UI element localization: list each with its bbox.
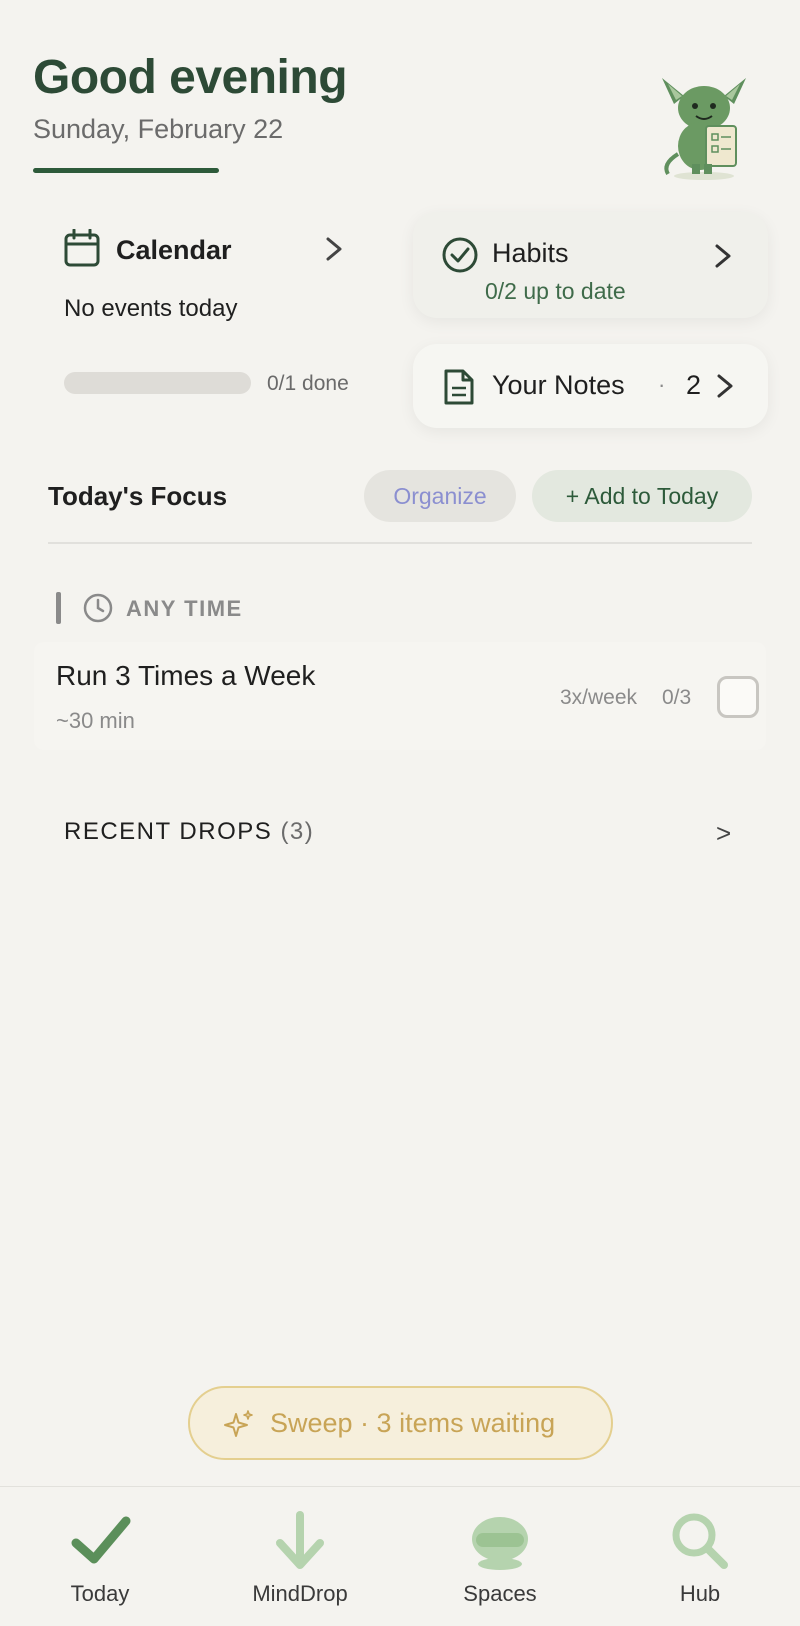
greeting-title: Good evening	[33, 51, 348, 104]
calendar-empty-text: No events today	[64, 295, 238, 322]
clock-icon	[83, 593, 113, 623]
nav-label-hub: Hub	[679, 1581, 721, 1606]
task-row[interactable]: Run 3 Times a Week ~30 min 3x/week 0/3	[34, 642, 766, 750]
mascot-illustration	[662, 78, 746, 180]
focus-title: Today's Focus	[48, 481, 228, 511]
calendar-icon	[64, 229, 100, 267]
notes-title: Your Notes	[492, 370, 625, 400]
section-marker	[56, 592, 61, 624]
task-duration: ~30 min	[56, 708, 135, 733]
sweep-label: Sweep · 3 items waiting	[270, 1408, 556, 1438]
date-label: Sunday, February 22	[33, 114, 284, 144]
task-checkbox[interactable]	[717, 676, 759, 718]
nav-item-minddrop[interactable]: MindDrop	[200, 1487, 400, 1626]
task-title: Run 3 Times a Week	[56, 660, 316, 691]
nav-label-today: Today	[70, 1581, 130, 1606]
notes-separator: ·	[658, 372, 666, 397]
calendar-card[interactable]: Calendar No events today 0/1 done	[34, 205, 394, 430]
recent-drops-count: (3)	[280, 818, 315, 845]
sparkle-icon	[224, 1410, 253, 1437]
nav-item-hub[interactable]: Hub	[600, 1487, 800, 1626]
nav-label-minddrop: MindDrop	[252, 1581, 348, 1606]
chevron-right-icon[interactable]	[713, 242, 733, 270]
nav-label-spaces: Spaces	[463, 1581, 537, 1606]
bottom-nav: Today MindDrop Spaces Hub	[0, 1486, 800, 1626]
task-frequency: 3x/week	[560, 686, 638, 709]
section-label: ANY TIME	[126, 596, 243, 621]
check-circle-icon	[442, 237, 478, 273]
arrow-down-icon	[276, 1511, 324, 1569]
calendar-progress-bar	[64, 372, 251, 394]
habits-subtitle: 0/2 up to date	[485, 278, 626, 304]
recent-drops-header[interactable]: RECENT DROPS (3)	[64, 818, 314, 846]
document-icon	[444, 369, 474, 405]
checkmark-icon	[71, 1516, 131, 1564]
focus-divider	[48, 542, 752, 544]
add-to-today-button[interactable]: + Add to Today	[532, 470, 752, 522]
task-progress: 0/3	[662, 686, 692, 709]
sweep-button[interactable]: Sweep · 3 items waiting	[188, 1386, 613, 1460]
chevron-right-icon[interactable]: >	[716, 818, 731, 849]
chevron-right-icon[interactable]	[324, 235, 344, 263]
helmet-icon	[472, 1517, 528, 1570]
calendar-title: Calendar	[116, 235, 232, 265]
chevron-right-icon[interactable]	[715, 372, 735, 400]
notes-card[interactable]: Your Notes · 2	[413, 344, 768, 428]
habits-title: Habits	[492, 238, 569, 268]
recent-drops-label: RECENT DROPS	[64, 818, 273, 845]
header-underline	[33, 168, 219, 173]
calendar-progress-text: 0/1 done	[267, 372, 349, 395]
nav-item-spaces[interactable]: Spaces	[400, 1487, 600, 1626]
organize-button[interactable]: Organize	[364, 470, 516, 522]
search-icon	[672, 1513, 728, 1569]
habits-card[interactable]: Habits 0/2 up to date	[413, 212, 768, 318]
notes-count: 2	[686, 370, 702, 400]
nav-item-today[interactable]: Today	[0, 1487, 200, 1626]
